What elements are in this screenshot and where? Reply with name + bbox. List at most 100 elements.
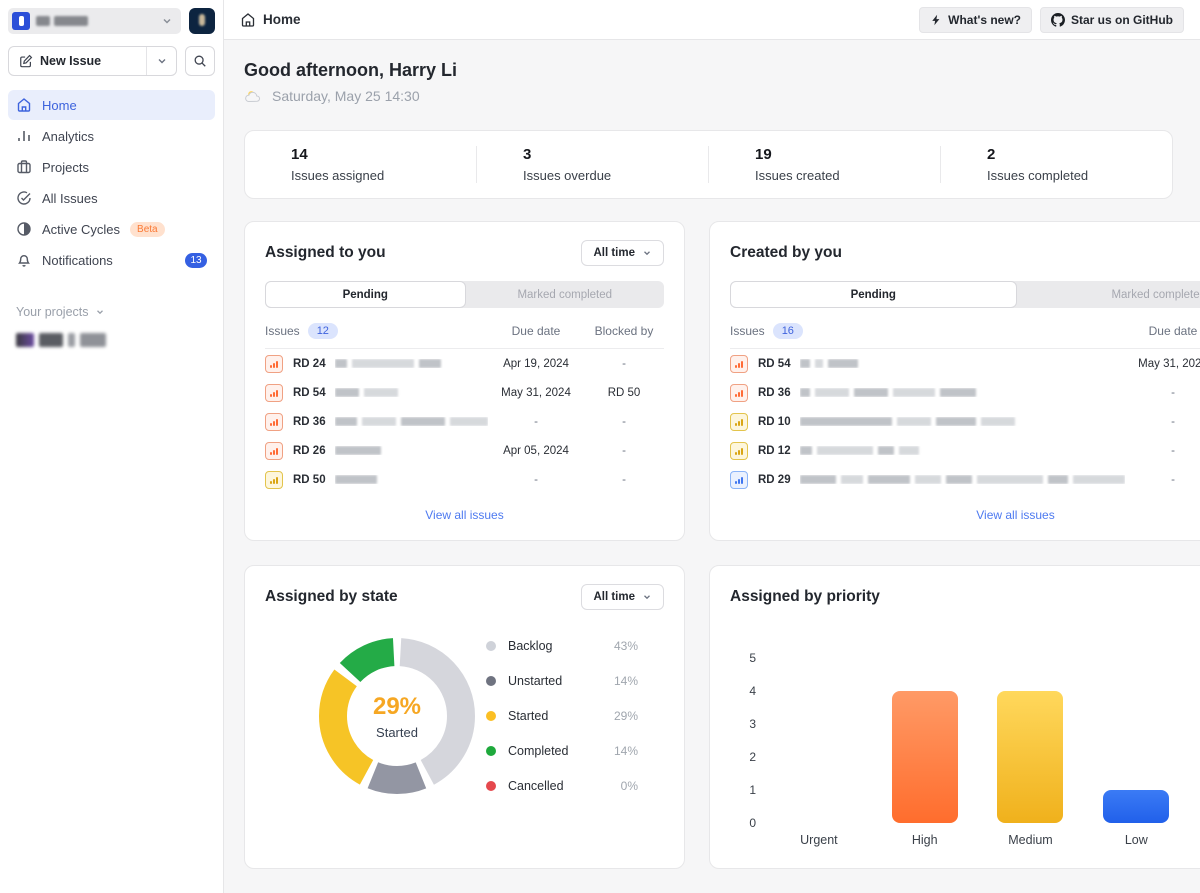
sidebar-item-analytics[interactable]: Analytics [8,121,215,151]
workspace-name-redacted [36,16,155,26]
stat-label: Issues completed [987,168,1172,183]
tab-marked-completed[interactable]: Marked completed [466,281,665,308]
workspace-switcher[interactable] [8,8,181,34]
issue-list: RD 54 May 31, 2024 RD 36 - [730,349,1200,494]
legend-value: 0% [621,779,638,793]
legend-item-backlog: Backlog 43% [486,639,638,653]
check-circle-icon [16,190,32,206]
stat-label: Issues overdue [523,168,708,183]
bar-medium [997,691,1063,823]
sidebar-item-all-issues[interactable]: All Issues [8,183,215,213]
legend-value: 29% [614,709,638,723]
new-issue-dropdown[interactable] [146,47,176,75]
beta-badge: Beta [130,222,165,237]
issue-row[interactable]: RD 29 - [730,465,1200,494]
donut-center-value: 29% [373,693,421,721]
duration-filter-button[interactable]: All time [581,584,664,610]
issue-id: RD 10 [758,416,800,428]
view-all-issues-link[interactable]: View all issues [265,508,664,522]
chevron-down-icon [95,307,105,317]
issue-row[interactable]: RD 54 May 31, 2024 RD 50 [265,378,664,407]
x-label-urgent: Urgent [766,833,872,847]
issue-row[interactable]: RD 24 Apr 19, 2024 - [265,349,664,378]
priority-icon [730,413,748,431]
created-by-you-card: Created by you All time Pending Marked c… [709,221,1200,541]
stat-issues-overdue: 3 Issues overdue [476,146,708,183]
legend-item-cancelled: Cancelled 0% [486,779,638,793]
sidebar: New Issue Home [0,0,224,893]
issue-id: RD 54 [293,387,335,399]
stat-value: 2 [987,146,1172,163]
legend-label: Completed [508,744,614,758]
bar-chart-icon [16,128,32,144]
whats-new-label: What's new? [948,13,1021,27]
sidebar-item-projects[interactable]: Projects [8,152,215,182]
sidebar-item-label: Active Cycles [42,222,120,237]
card-title: Assigned to you [265,244,386,262]
your-projects-toggle[interactable]: Your projects [8,305,215,319]
card-title: Assigned by priority [730,588,880,606]
user-avatar[interactable] [189,8,215,34]
issue-title-redacted [800,475,1125,484]
x-label-none: None [1189,833,1200,847]
due-date: May 31, 2024 [1125,358,1200,370]
view-all-issues-link[interactable]: View all issues [730,508,1200,522]
issue-row[interactable]: RD 26 Apr 05, 2024 - [265,436,664,465]
due-date: - [488,474,584,486]
home-icon [240,12,256,28]
issue-row[interactable]: RD 50 - - [265,465,664,494]
whats-new-button[interactable]: What's new? [919,7,1032,33]
stat-value: 14 [291,146,476,163]
blocked-by: - [584,416,664,428]
assigned-to-you-card: Assigned to you All time Pending Marked … [244,221,685,541]
issue-row[interactable]: RD 54 May 31, 2024 [730,349,1200,378]
legend-value: 14% [614,674,638,688]
issue-row[interactable]: RD 36 - [730,378,1200,407]
notifications-count-badge: 13 [185,253,207,268]
partly-cloudy-icon [244,88,264,104]
contrast-icon [16,221,32,237]
new-issue-button[interactable]: New Issue [9,54,146,68]
sidebar-item-active-cycles[interactable]: Active Cycles Beta [8,214,215,244]
legend-label: Started [508,709,614,723]
issue-row[interactable]: RD 10 - [730,407,1200,436]
issue-id: RD 24 [293,358,335,370]
greeting-title: Good afternoon, Harry Li [244,60,1173,81]
due-date: May 31, 2024 [488,387,584,399]
x-label-low: Low [1083,833,1189,847]
issues-label: Issues [265,324,300,338]
breadcrumb[interactable]: Home [240,12,301,28]
tab-bar: Pending Marked completed [730,281,1200,308]
tab-marked-completed[interactable]: Marked completed [1017,281,1200,308]
github-star-button[interactable]: Star us on GitHub [1040,7,1184,33]
project-list-redacted[interactable] [8,333,215,347]
sidebar-item-notifications[interactable]: Notifications 13 [8,245,215,275]
issue-id: RD 36 [758,387,800,399]
due-date: - [1125,416,1200,428]
sidebar-item-label: Home [42,98,77,113]
blocked-by: - [584,358,664,370]
issue-title-redacted [335,417,488,426]
tab-pending[interactable]: Pending [730,281,1017,308]
sidebar-item-home[interactable]: Home [8,90,215,120]
priority-icon [730,355,748,373]
home-icon [16,97,32,113]
column-blocked-by: Blocked by [584,324,664,338]
stat-value: 19 [755,146,940,163]
issue-title-redacted [800,388,1125,397]
priority-bar-chart: 012345 UrgentHighMediumLowNone [730,658,1200,847]
tab-pending[interactable]: Pending [265,281,466,308]
blocked-by: - [584,445,664,457]
issue-row[interactable]: RD 36 - - [265,407,664,436]
card-title: Assigned by state [265,588,398,606]
issues-label: Issues [730,324,765,338]
bell-icon [16,252,32,268]
issue-title-redacted [335,475,488,484]
stat-label: Issues assigned [291,168,476,183]
duration-filter-label: All time [593,591,635,603]
breadcrumb-label: Home [263,12,301,27]
search-button[interactable] [185,46,215,76]
issue-row[interactable]: RD 12 - [730,436,1200,465]
duration-filter-button[interactable]: All time [581,240,664,266]
briefcase-icon [16,159,32,175]
